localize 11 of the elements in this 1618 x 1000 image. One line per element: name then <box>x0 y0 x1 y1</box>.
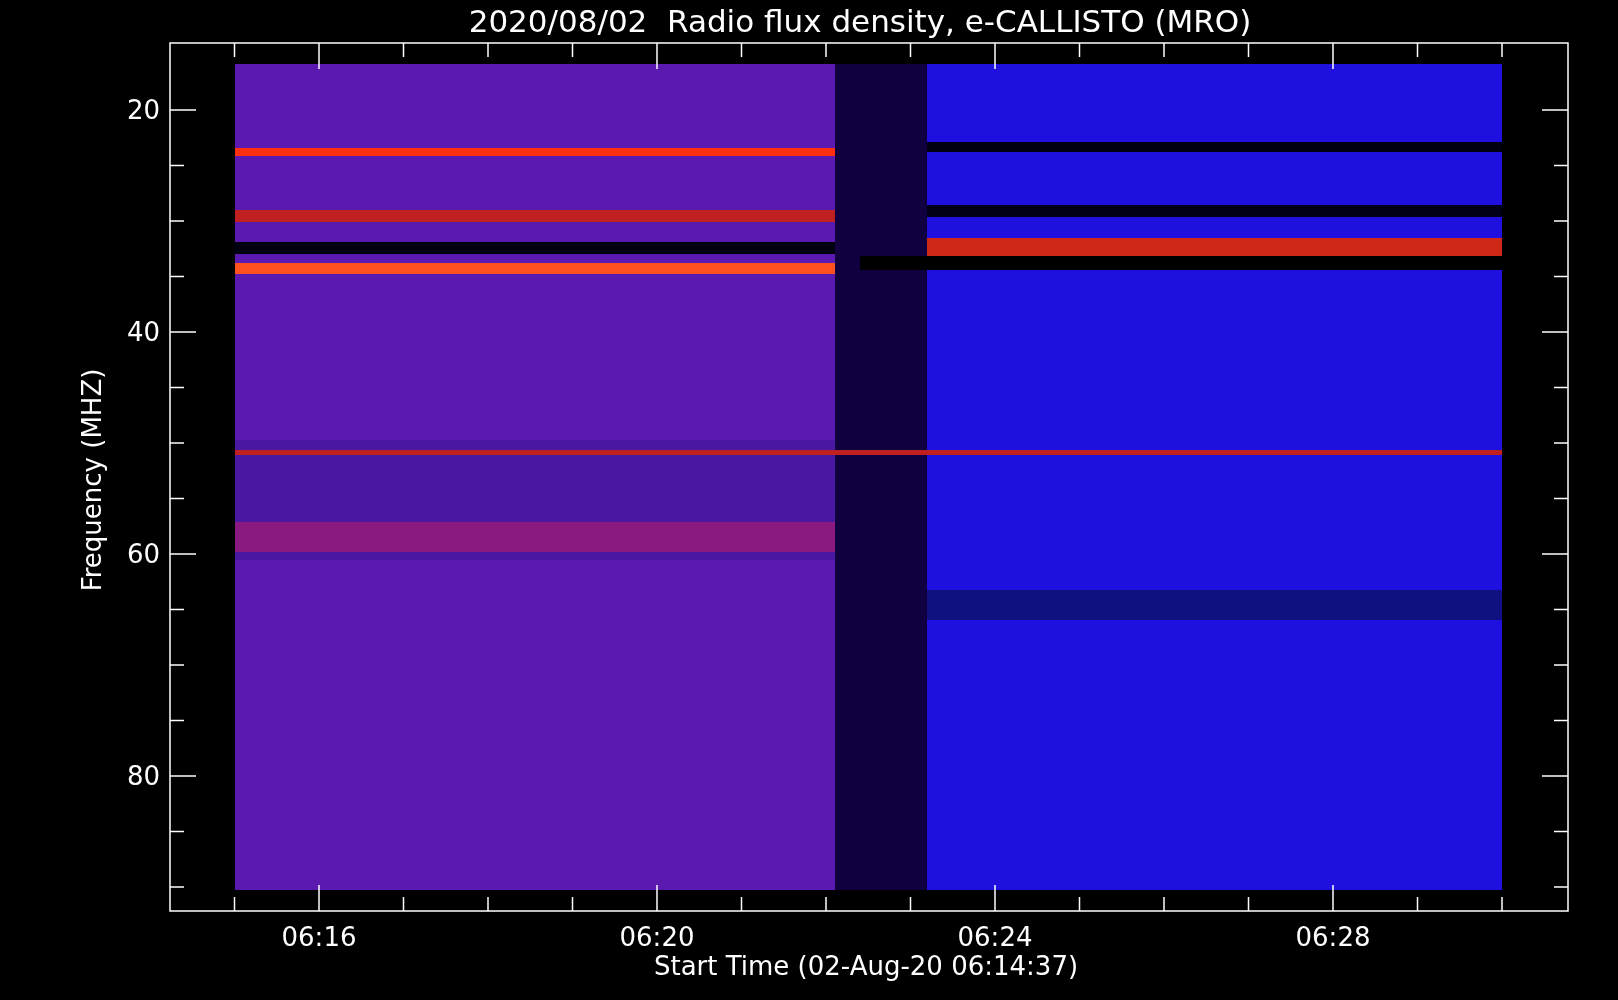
y-axis-label: Frequency (MHZ) <box>77 368 107 592</box>
y-tick-label: 60 <box>126 539 160 569</box>
x-tick-label: 06:24 <box>957 922 1033 952</box>
x-tick-label: 06:16 <box>281 922 357 952</box>
x-tick-label: 06:28 <box>1295 922 1371 952</box>
y-tick-label: 40 <box>126 317 160 347</box>
x-tick-label: 06:20 <box>619 922 695 952</box>
y-tick-label: 80 <box>126 761 160 791</box>
x-axis-label: Start Time (02-Aug-20 06:14:37) <box>653 951 1079 981</box>
y-tick-label: 20 <box>126 95 160 125</box>
chart-title: 2020/08/02 Radio flux density, e-CALLISTO (MRO) <box>468 3 1252 39</box>
